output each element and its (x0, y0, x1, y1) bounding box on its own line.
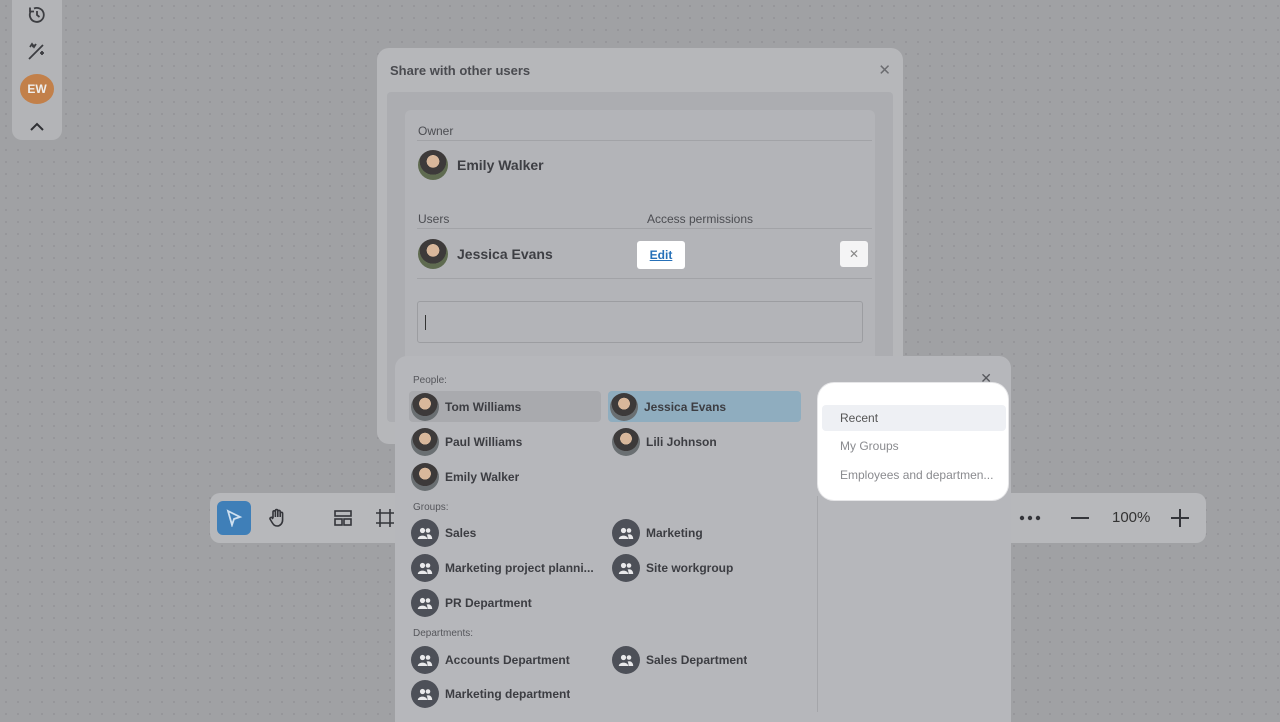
owner-avatar (418, 150, 448, 180)
permission-edit-button[interactable]: Edit (637, 241, 685, 269)
people-label: People: (413, 375, 447, 386)
text-cursor (425, 315, 426, 330)
left-toolbar: EW (12, 0, 62, 140)
person-name: Jessica Evans (644, 399, 727, 414)
avatar (411, 392, 439, 421)
person-name: Tom Williams (445, 399, 522, 414)
divider (417, 140, 872, 141)
zoom-level: 100% (1112, 509, 1151, 526)
chevron-up-icon[interactable] (22, 114, 52, 140)
avatar (610, 392, 638, 421)
divider (817, 496, 818, 712)
group-name: Marketing project planni... (445, 560, 594, 575)
hand-icon[interactable] (260, 501, 294, 535)
department-icon (411, 679, 439, 708)
groups-label: Groups: (413, 502, 449, 513)
list-item-group[interactable]: PR Department (409, 587, 601, 618)
picker-tabs: Recent My Groups Employees and departmen… (818, 383, 1008, 500)
group-icon (411, 518, 439, 547)
avatar (411, 462, 439, 491)
person-name: Emily Walker (445, 469, 520, 484)
person-name: Lili Johnson (646, 434, 717, 449)
group-name: Sales (445, 525, 477, 540)
group-name: Marketing (646, 525, 703, 540)
group-icon (411, 553, 439, 582)
group-name: Site workgroup (646, 560, 734, 575)
magic-wand-icon[interactable] (22, 38, 52, 64)
zoom-out-icon[interactable] (1063, 501, 1097, 535)
person-name: Paul Williams (445, 434, 523, 449)
remove-user-button[interactable]: ✕ (840, 241, 868, 267)
divider (417, 228, 872, 229)
department-icon (411, 645, 439, 674)
list-item-person[interactable]: Lili Johnson (610, 426, 802, 457)
avatar (612, 427, 640, 456)
zoom-in-icon[interactable] (1163, 501, 1197, 535)
department-name: Marketing department (445, 686, 571, 701)
select-arrow-icon[interactable] (217, 501, 251, 535)
group-icon (612, 553, 640, 582)
dialog-title: Share with other users (390, 63, 531, 78)
department-name: Accounts Department (445, 652, 570, 667)
departments-label: Departments: (413, 628, 474, 639)
more-icon[interactable] (1013, 501, 1047, 535)
list-item-group[interactable]: Marketing project planni... (409, 552, 601, 583)
owner-name: Emily Walker (457, 157, 544, 173)
list-item-department[interactable]: Accounts Department (409, 644, 601, 675)
divider (417, 278, 872, 279)
user-search-input[interactable] (417, 301, 863, 343)
tab-employees-departments[interactable]: Employees and departmen... (822, 462, 1006, 488)
user-name: Jessica Evans (457, 246, 553, 262)
list-item-person[interactable]: Tom Williams (409, 391, 601, 422)
avatar-initials: EW (27, 82, 47, 97)
tab-my-groups[interactable]: My Groups (822, 433, 1006, 459)
group-icon (411, 588, 439, 617)
list-item-department[interactable]: Sales Department (610, 644, 802, 675)
group-icon (612, 518, 640, 547)
close-icon[interactable]: ✕ (878, 61, 891, 79)
list-item-department[interactable]: Marketing department (409, 678, 601, 709)
list-item-group[interactable]: Marketing (610, 517, 802, 548)
avatar (411, 427, 439, 456)
department-icon (612, 645, 640, 674)
group-name: PR Department (445, 595, 532, 610)
owner-label: Owner (418, 124, 454, 138)
list-item-person[interactable]: Jessica Evans (608, 391, 801, 422)
tab-recent[interactable]: Recent (822, 405, 1006, 431)
list-item-group[interactable]: Sales (409, 517, 601, 548)
user-avatar (418, 239, 448, 269)
access-permissions-label: Access permissions (647, 212, 754, 226)
list-item-person[interactable]: Paul Williams (409, 426, 601, 457)
history-icon[interactable] (22, 2, 52, 28)
department-name: Sales Department (646, 652, 748, 667)
users-label: Users (418, 212, 450, 226)
layout-icon[interactable] (326, 501, 360, 535)
list-item-group[interactable]: Site workgroup (610, 552, 802, 583)
user-avatar[interactable]: EW (20, 74, 54, 104)
list-item-person[interactable]: Emily Walker (409, 461, 601, 492)
